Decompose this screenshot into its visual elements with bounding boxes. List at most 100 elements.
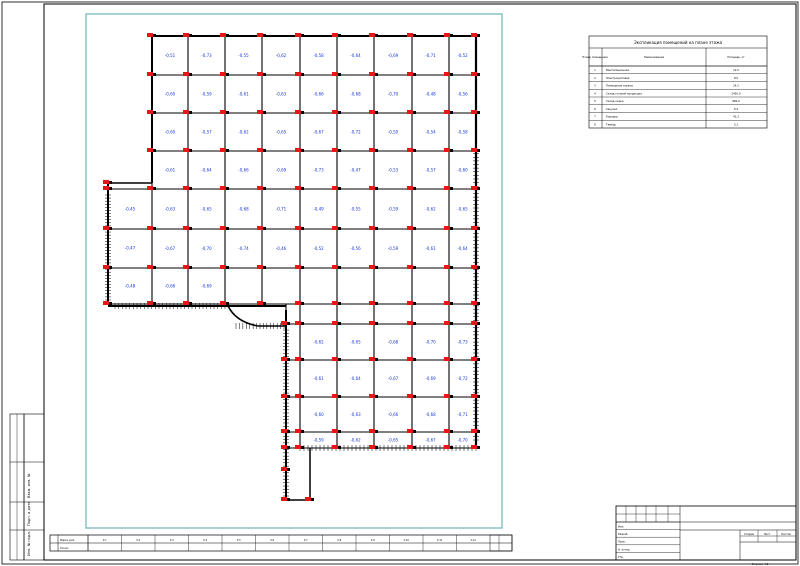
room-elevation-label: -0,48 xyxy=(425,92,436,97)
legend-row-num: 3 xyxy=(594,84,596,88)
column-marker-dark xyxy=(301,187,304,190)
column-marker-dark xyxy=(226,111,229,114)
column-marker xyxy=(369,445,375,449)
bottom-cell-label: У-6 xyxy=(270,539,274,542)
column-marker xyxy=(444,301,450,305)
column-marker-dark xyxy=(450,358,453,361)
column-marker xyxy=(407,321,413,325)
legend-row-num: 5 xyxy=(594,99,596,103)
column-marker-dark xyxy=(338,34,341,37)
column-marker xyxy=(183,110,189,114)
column-marker-dark xyxy=(301,430,304,433)
bottom-node-table: Марка узла Кол-во У-1 У-2 У-3 У-4 У-5 У-6 У-7 У… xyxy=(49,534,513,552)
column-marker xyxy=(471,148,477,152)
column-marker xyxy=(369,72,375,76)
column-marker-dark xyxy=(301,358,304,361)
room-elevation-label: -0,63 xyxy=(276,92,287,97)
legend-row-area: 5,1 xyxy=(734,122,738,126)
column-marker xyxy=(471,72,477,76)
column-marker xyxy=(369,226,375,230)
column-marker-dark xyxy=(287,430,290,433)
legend-row-area: 8,5 xyxy=(734,76,738,80)
column-marker-dark xyxy=(109,227,112,230)
column-marker xyxy=(305,497,311,501)
room-elevation-label: -0,67 xyxy=(313,130,324,135)
annex-elevation-label: -0,62 xyxy=(350,438,361,443)
column-marker xyxy=(471,265,477,269)
bottom-cell-label: У-2 xyxy=(136,539,140,542)
column-marker-dark xyxy=(375,266,378,269)
column-marker xyxy=(444,186,450,190)
column-marker-dark xyxy=(189,266,192,269)
column-marker-dark xyxy=(287,446,290,449)
room-elevation-label: -0,57 xyxy=(201,130,212,135)
column-marker xyxy=(220,226,226,230)
column-marker xyxy=(295,445,301,449)
room-elevation-label: -0,73 xyxy=(201,53,212,58)
annex-elevation-label: -0,66 xyxy=(388,412,399,417)
column-marker xyxy=(295,226,301,230)
column-marker-dark xyxy=(263,266,266,269)
room-elevation-label: -0,69 xyxy=(388,53,399,58)
column-marker xyxy=(407,301,413,305)
annex-elevation-label: -0,64 xyxy=(350,376,361,381)
column-marker-dark xyxy=(375,149,378,152)
column-marker xyxy=(295,394,301,398)
column-marker xyxy=(147,226,153,230)
column-marker xyxy=(220,72,226,76)
column-marker xyxy=(369,429,375,433)
column-marker xyxy=(471,226,477,230)
column-marker xyxy=(183,148,189,152)
column-marker xyxy=(332,110,338,114)
column-marker xyxy=(257,301,263,305)
column-marker xyxy=(444,429,450,433)
column-marker xyxy=(147,186,153,190)
column-marker xyxy=(471,394,477,398)
column-marker xyxy=(281,321,287,325)
title-block-row-label: Н. контр. xyxy=(618,547,631,551)
room-elevation-label: -0,46 xyxy=(276,246,287,251)
column-marker xyxy=(332,33,338,37)
column-marker xyxy=(220,148,226,152)
column-marker xyxy=(444,357,450,361)
annex-elevation-label: -0,68 xyxy=(425,412,436,417)
column-marker-dark xyxy=(263,34,266,37)
room-elevation-label: -0,70 xyxy=(201,246,212,251)
legend-row-area: 2450,0 xyxy=(731,91,740,95)
column-marker-dark xyxy=(301,73,304,76)
column-marker xyxy=(332,72,338,76)
column-marker-dark xyxy=(189,73,192,76)
column-marker-dark xyxy=(413,395,416,398)
bottom-cell-label: У-3 xyxy=(170,539,174,542)
column-marker-dark xyxy=(413,111,416,114)
room-elevation-label: -0,65 xyxy=(457,207,468,212)
column-marker-dark xyxy=(413,302,416,305)
column-marker xyxy=(147,110,153,114)
column-marker xyxy=(147,265,153,269)
column-marker xyxy=(471,429,477,433)
column-marker xyxy=(295,265,301,269)
title-block-stage: Стадия xyxy=(744,532,754,536)
annex-elevation-label: -0,70 xyxy=(457,438,468,443)
column-marker-dark xyxy=(263,73,266,76)
annex-elevation-label: -0,65 xyxy=(350,340,361,345)
column-marker xyxy=(332,226,338,230)
annex-elevation-label: -0,67 xyxy=(425,438,436,443)
column-marker-dark xyxy=(450,302,453,305)
bottom-cell-label: У-10 xyxy=(404,539,410,542)
drawing-viewport-frame xyxy=(85,13,503,529)
column-marker-dark xyxy=(413,446,416,449)
column-marker xyxy=(281,429,287,433)
column-marker-dark xyxy=(375,187,378,190)
sheet-outer-frame xyxy=(1,1,799,565)
column-marker xyxy=(444,321,450,325)
column-marker xyxy=(471,33,477,37)
legend-row-area: 12,0 xyxy=(733,68,739,72)
column-marker-dark xyxy=(153,266,156,269)
column-marker-dark xyxy=(226,73,229,76)
column-marker-dark xyxy=(226,149,229,152)
column-marker xyxy=(444,148,450,152)
column-marker-dark xyxy=(338,187,341,190)
drawing-sheet: -0,51 -0,73 -0,55 -0,62 -0,58 -0,64 -0,69 -0,71… xyxy=(1,1,799,566)
column-marker-dark xyxy=(189,302,192,305)
